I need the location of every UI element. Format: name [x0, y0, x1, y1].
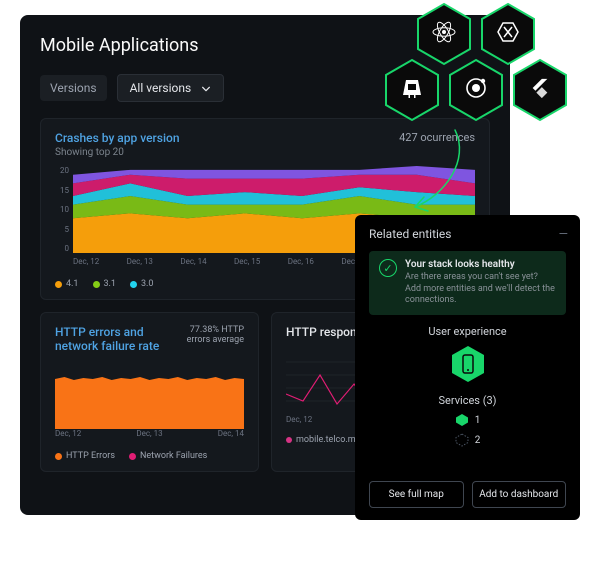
service-item[interactable]: 2 — [455, 433, 481, 447]
tech-icon-flutter — [510, 58, 570, 118]
versions-dropdown[interactable]: All versions — [117, 74, 225, 102]
health-banner: ✓ Your stack looks healthy Are there are… — [369, 251, 566, 315]
legend-item: 3.0 — [130, 279, 154, 289]
health-title: Your stack looks healthy — [405, 259, 556, 270]
http-errors-metric: 77.38% HTTP errors average — [173, 325, 244, 345]
ux-label: User experience — [369, 325, 566, 338]
legend-item: 4.1 — [55, 279, 79, 289]
services-label: Services (3) — [369, 394, 566, 407]
tech-icon-xamarin — [478, 2, 538, 62]
versions-dropdown-value: All versions — [130, 81, 192, 95]
tech-icon-react — [414, 2, 474, 62]
ionic-icon — [464, 76, 488, 100]
related-title: Related entities — [369, 227, 451, 241]
ux-hex-icon[interactable] — [448, 344, 488, 384]
legend-item: Network Failures — [129, 451, 207, 461]
flutter-icon — [529, 77, 551, 99]
react-icon — [431, 19, 457, 45]
crashes-card-subtitle: Showing top 20 — [55, 147, 180, 158]
see-full-map-button[interactable]: See full map — [369, 481, 464, 508]
tech-icon-ionic — [446, 58, 506, 118]
cordova-icon — [400, 76, 424, 100]
legend-item: HTTP Errors — [55, 451, 115, 461]
check-circle-icon: ✓ — [379, 259, 397, 277]
crashes-card-title[interactable]: Crashes by app version — [55, 131, 180, 145]
xamarin-icon — [496, 20, 520, 44]
collapse-icon[interactable]: — — [559, 227, 566, 241]
arrow-icon — [400, 125, 480, 223]
add-to-dashboard-button[interactable]: Add to dashboard — [472, 481, 567, 508]
http-errors-title[interactable]: HTTP errors and network failure rate — [55, 325, 165, 353]
health-body: Are there areas you can't see yet? Add m… — [405, 272, 556, 307]
tech-icon-cordova — [382, 58, 442, 118]
related-entities-panel: Related entities — ✓ Your stack looks he… — [355, 215, 580, 520]
http-errors-card: HTTP errors and network failure rate 77.… — [40, 312, 259, 472]
tech-icons-cluster — [374, 0, 594, 140]
filter-label-versions: Versions — [40, 75, 107, 101]
chevron-down-icon — [201, 83, 211, 93]
source-dot-icon — [286, 437, 292, 443]
http-legend: HTTP Errors Network Failures — [55, 451, 244, 461]
crashes-y-ticks: 20 15 10 5 0 — [51, 166, 69, 253]
http-errors-chart[interactable]: Dec, 12 Dec, 13 Dec, 14 — [55, 363, 244, 443]
http-x-ticks: Dec, 12 Dec, 13 Dec, 14 — [55, 429, 244, 443]
hex-filled-icon — [455, 413, 469, 427]
legend-item: 3.1 — [93, 279, 117, 289]
service-item[interactable]: 1 — [455, 413, 481, 427]
hex-outline-icon — [455, 433, 469, 447]
http-errors-chart-svg — [55, 363, 244, 429]
